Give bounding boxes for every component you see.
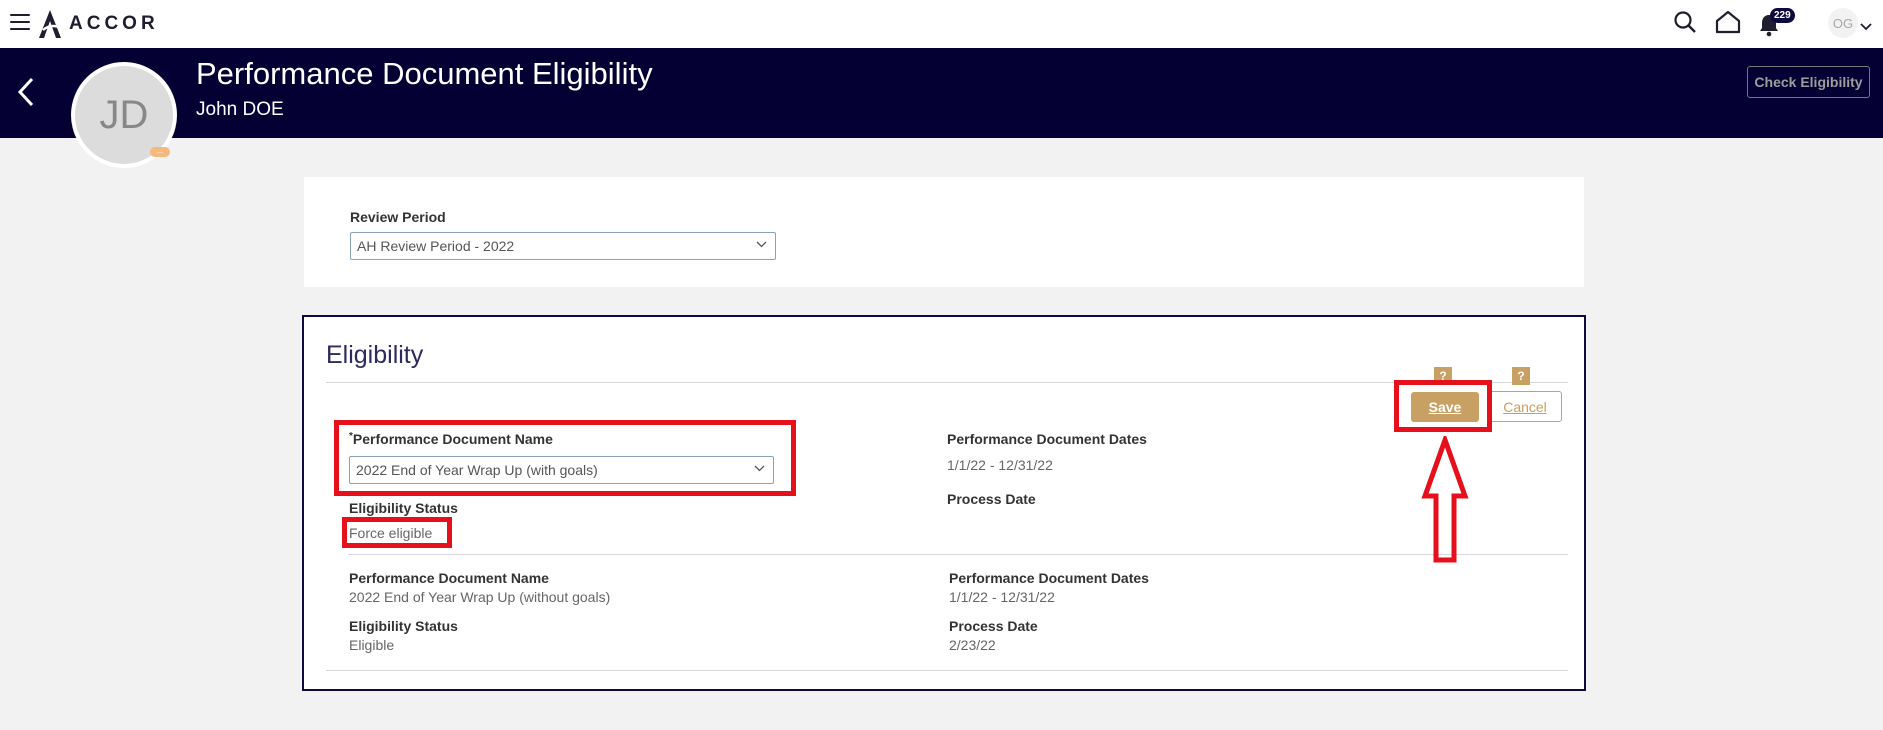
prev-eligibility-status-label: Eligibility Status bbox=[349, 618, 458, 634]
notification-count-badge: 229 bbox=[1770, 8, 1795, 23]
check-eligibility-button[interactable]: Check Eligibility bbox=[1747, 66, 1870, 98]
avatar-more-badge[interactable]: ... bbox=[150, 147, 170, 157]
prev-process-date-label: Process Date bbox=[949, 618, 1038, 634]
divider bbox=[326, 382, 1568, 383]
accor-logo-mark-icon bbox=[39, 10, 61, 38]
menu-icon[interactable] bbox=[10, 14, 30, 32]
chevron-down-icon bbox=[756, 241, 767, 248]
logo-text: ACCOR bbox=[69, 13, 159, 34]
review-period-card: Review Period AH Review Period - 2022 bbox=[304, 177, 1584, 287]
prev-doc-name-label: Performance Document Name bbox=[349, 570, 549, 586]
review-period-label: Review Period bbox=[350, 209, 446, 225]
accor-logo[interactable]: ACCOR bbox=[37, 8, 159, 40]
notifications-bell-icon[interactable]: 229 bbox=[1758, 8, 1800, 38]
eligibility-title: Eligibility bbox=[326, 341, 424, 369]
prev-process-date-value: 2/23/22 bbox=[949, 637, 996, 653]
review-period-select[interactable]: AH Review Period - 2022 bbox=[350, 232, 776, 260]
cancel-button[interactable]: Cancel bbox=[1488, 391, 1562, 422]
prev-doc-dates-value: 1/1/22 - 12/31/22 bbox=[949, 589, 1055, 605]
doc-dates-label: Performance Document Dates bbox=[947, 431, 1147, 447]
divider bbox=[348, 554, 1568, 555]
chevron-down-icon bbox=[754, 465, 765, 472]
search-icon[interactable] bbox=[1673, 10, 1697, 39]
employee-name: John DOE bbox=[196, 99, 284, 120]
chevron-down-icon[interactable] bbox=[1860, 18, 1872, 36]
doc-name-label: *Performance Document Name bbox=[349, 431, 553, 447]
process-date-label: Process Date bbox=[947, 491, 1036, 507]
divider bbox=[326, 670, 1568, 671]
eligibility-card: Eligibility *Performance Document Name 2… bbox=[302, 315, 1586, 691]
page-title: Performance Document Eligibility bbox=[196, 56, 653, 91]
home-icon[interactable] bbox=[1715, 10, 1741, 39]
eligibility-status-label: Eligibility Status bbox=[349, 500, 458, 516]
back-arrow-icon[interactable] bbox=[14, 75, 38, 109]
prev-doc-dates-label: Performance Document Dates bbox=[949, 570, 1149, 586]
performance-document-selected-value: 2022 End of Year Wrap Up (with goals) bbox=[356, 462, 598, 478]
eligibility-status-value: Force eligible bbox=[349, 525, 433, 541]
top-navigation-bar: ACCOR 229 OG bbox=[0, 0, 1883, 48]
user-avatar[interactable]: OG bbox=[1828, 8, 1858, 38]
cancel-help-icon[interactable]: ? bbox=[1512, 367, 1530, 385]
prev-eligibility-status-value: Eligible bbox=[349, 637, 395, 653]
annotation-up-arrow-icon bbox=[1421, 436, 1469, 563]
review-period-selected-value: AH Review Period - 2022 bbox=[357, 238, 515, 254]
save-help-icon[interactable]: ? bbox=[1434, 367, 1452, 385]
save-button[interactable]: Save bbox=[1411, 392, 1479, 422]
doc-dates-value: 1/1/22 - 12/31/22 bbox=[947, 457, 1053, 473]
prev-doc-name-value: 2022 End of Year Wrap Up (without goals) bbox=[349, 589, 611, 605]
performance-document-select[interactable]: 2022 End of Year Wrap Up (with goals) bbox=[349, 456, 774, 484]
